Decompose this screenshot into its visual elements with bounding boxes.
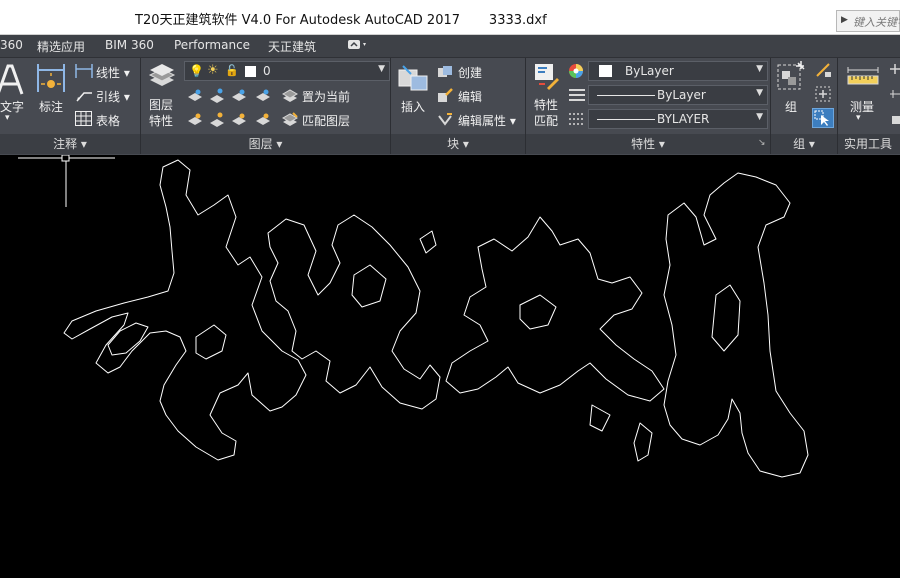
layer-color-swatch xyxy=(245,66,256,77)
linetype-preview xyxy=(597,95,655,96)
cursor-icon xyxy=(814,110,829,126)
color-swatch xyxy=(599,65,612,77)
lineweight-value: BYLAYER xyxy=(657,112,710,126)
chevron-down-icon[interactable]: ▼ xyxy=(756,112,763,122)
ribbon-tab-bar: 360 精选应用 BIM 360 Performance 天正建筑 xyxy=(0,35,900,57)
edit-block-icon[interactable] xyxy=(437,88,453,108)
panel-launcher-icon[interactable]: ↘ xyxy=(758,138,766,148)
chevron-down-icon[interactable]: ▾ xyxy=(5,113,10,123)
layer-properties-icon[interactable] xyxy=(148,62,176,94)
create-block-icon[interactable] xyxy=(437,64,453,84)
group-selection-toggle[interactable] xyxy=(812,108,834,128)
tab-tangent-arch[interactable]: 天正建筑 xyxy=(268,38,316,55)
color-value: ByLayer xyxy=(625,64,674,78)
expand-arrow-icon[interactable]: ▶ xyxy=(841,15,848,25)
text-icon[interactable] xyxy=(0,62,24,100)
linear-label[interactable]: 线性 ▾ xyxy=(96,64,130,81)
color-dropdown[interactable]: ByLayer ▼ xyxy=(588,61,768,81)
unlock-icon[interactable]: 🔓 xyxy=(225,64,239,77)
set-current-label[interactable]: 置为当前 xyxy=(302,88,350,105)
block-panel-title[interactable]: 块 ▾ xyxy=(391,134,525,154)
annotation-panel-title[interactable]: 注释 ▾ xyxy=(0,134,140,154)
tab-bim360[interactable]: BIM 360 xyxy=(105,38,154,52)
layer-properties-label[interactable]: 图层 特性 xyxy=(149,97,173,129)
dimension-label[interactable]: 标注 xyxy=(39,98,63,115)
measure-icon[interactable] xyxy=(846,66,880,92)
measure-label[interactable]: 测量 xyxy=(850,98,874,115)
chevron-down-icon[interactable]: ▼ xyxy=(756,64,763,74)
window-title: T20天正建筑软件 V4.0 For Autodesk AutoCAD 2017… xyxy=(135,13,547,28)
edit-label[interactable]: 编辑 xyxy=(458,88,482,105)
lineweight-dropdown[interactable]: BYLAYER ▼ xyxy=(588,109,768,129)
tab-featured-apps[interactable]: 精选应用 xyxy=(37,38,85,55)
dimension-icon[interactable] xyxy=(36,62,66,98)
match-properties-label[interactable]: 特性 匹配 xyxy=(534,97,558,129)
insert-label[interactable]: 插入 xyxy=(401,98,425,115)
linear-dim-icon[interactable] xyxy=(75,63,93,83)
lineweight-preview xyxy=(597,119,655,120)
linetype-value: ByLayer xyxy=(657,88,706,102)
layer-tools-row2-icons[interactable] xyxy=(186,111,276,133)
group-edit-icon[interactable] xyxy=(815,86,833,106)
match-properties-icon[interactable] xyxy=(533,62,561,96)
group-panel-title[interactable]: 组 ▾ xyxy=(771,134,837,154)
match-layer-icon[interactable] xyxy=(281,112,299,132)
linetype-dropdown[interactable]: ByLayer ▼ xyxy=(588,85,768,105)
utility-small-icons[interactable] xyxy=(889,62,900,132)
tab-a360[interactable]: 360 xyxy=(0,38,23,52)
chevron-down-icon[interactable]: ▼ xyxy=(756,88,763,98)
ribbon-minimize-icon[interactable] xyxy=(348,38,370,55)
drawing-canvas[interactable] xyxy=(0,145,900,574)
edit-attributes-icon[interactable] xyxy=(437,112,453,132)
utilities-panel-title[interactable]: 实用工具 ▾ xyxy=(838,134,900,171)
calligraphy-outline xyxy=(63,159,809,478)
group-label[interactable]: 组 xyxy=(785,98,797,115)
search-placeholder: 键入关键字 xyxy=(853,16,900,29)
current-layer-name: 0 xyxy=(263,64,271,78)
table-label[interactable]: 表格 xyxy=(96,112,120,129)
create-label[interactable]: 创建 xyxy=(458,64,482,81)
properties-panel-title[interactable]: 特性 ▾ xyxy=(526,134,770,154)
chevron-down-icon[interactable]: ▾ xyxy=(856,113,861,123)
edit-attributes-label[interactable]: 编辑属性 ▾ xyxy=(458,112,516,129)
set-current-icon[interactable] xyxy=(281,88,299,108)
tab-performance[interactable]: Performance xyxy=(174,38,250,52)
ungroup-icon[interactable] xyxy=(815,62,833,82)
sun-icon[interactable]: ☀ xyxy=(207,63,219,78)
layer-dropdown[interactable]: 💡 ☀ 🔓 0 ▼ xyxy=(184,61,390,81)
lineweight-icon[interactable] xyxy=(568,111,586,131)
text-label[interactable]: 文字 xyxy=(0,98,24,115)
leader-label[interactable]: 引线 ▾ xyxy=(96,88,130,105)
leader-icon[interactable] xyxy=(75,87,93,107)
layer-tools-row1-icons[interactable] xyxy=(186,87,276,109)
insert-block-icon[interactable] xyxy=(397,62,429,98)
color-wheel-icon[interactable] xyxy=(568,63,584,83)
crosshair-cursor xyxy=(18,145,115,207)
layers-panel-title[interactable]: 图层 ▾ xyxy=(141,134,390,154)
chevron-down-icon[interactable]: ▼ xyxy=(378,64,385,74)
light-bulb-icon[interactable]: 💡 xyxy=(189,64,204,78)
table-icon[interactable] xyxy=(75,111,92,130)
title-bar: T20天正建筑软件 V4.0 For Autodesk AutoCAD 2017… xyxy=(0,0,900,35)
match-layer-label[interactable]: 匹配图层 xyxy=(302,112,350,129)
group-icon[interactable] xyxy=(776,61,806,97)
calligraphy-drawing[interactable] xyxy=(0,145,900,574)
linetype-icon[interactable] xyxy=(568,87,586,107)
search-input[interactable]: ▶ 键入关键字 xyxy=(836,10,900,32)
